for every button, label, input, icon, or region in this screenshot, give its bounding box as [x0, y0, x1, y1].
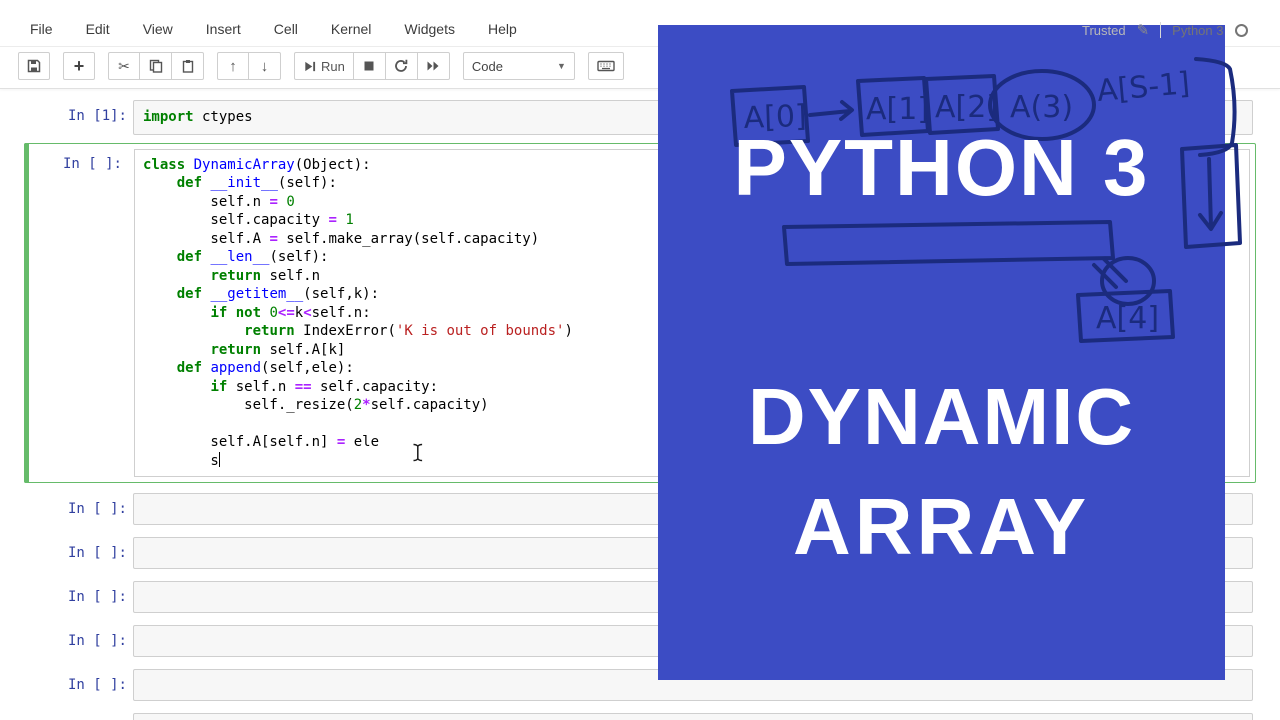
doodle-label-a4: A[4] [1096, 301, 1159, 336]
cell-prompt: In [ ]: [17, 713, 127, 720]
move-up-button[interactable]: ↑ [217, 52, 249, 80]
menu-kernel[interactable]: Kernel [331, 21, 371, 37]
add-cell-button[interactable]: + [63, 52, 95, 80]
copy-cells-button[interactable] [140, 52, 172, 80]
menu-cell[interactable]: Cell [274, 21, 298, 37]
move-button-group: ↑ ↓ [217, 52, 281, 80]
doodle-label-a2: A[2] [935, 90, 998, 125]
cell-type-value: Code [471, 58, 503, 74]
overlay-title-dynamic: DYNAMIC [747, 372, 1136, 461]
menu-bar: File Edit View Insert Cell Kernel Widget… [30, 21, 517, 37]
cell-prompt: In [ ]: [67, 501, 127, 517]
plus-icon: + [73, 56, 85, 76]
save-icon [27, 59, 41, 73]
cut-cells-button[interactable]: ✂ [108, 52, 140, 80]
cell-prompt: In [ ]: [67, 545, 127, 561]
cell-prompt: In [1]: [67, 108, 127, 124]
scissors-icon: ✂ [118, 58, 130, 74]
move-down-button[interactable]: ↓ [249, 52, 281, 80]
menu-help[interactable]: Help [488, 21, 517, 37]
restart-run-all-button[interactable] [417, 52, 450, 80]
doodle-label-a1: A[1] [866, 92, 929, 127]
menu-file[interactable]: File [30, 21, 53, 37]
menu-view[interactable]: View [143, 21, 173, 37]
save-button[interactable] [18, 52, 50, 80]
stop-icon [364, 61, 374, 71]
overlay-title-array: ARRAY [792, 482, 1091, 571]
chevron-down-icon: ▼ [556, 61, 566, 71]
cell-prompt: In [ ]: [67, 677, 127, 693]
paste-cells-button[interactable] [172, 52, 204, 80]
cell-prompt: In [ ]: [62, 155, 122, 172]
cell-prompt: In [ ]: [67, 589, 127, 605]
doodle-arrow-between [808, 100, 854, 121]
selected-cell-bar [24, 142, 29, 483]
paste-icon [182, 60, 193, 73]
overlay-panel: A[0] A[1] A[2] A(3) A[S-1] A[4] PYTHON 3… [658, 25, 1242, 680]
doodle-label-as1: A[S-1] [1096, 66, 1192, 109]
edit-button-group: ✂ [108, 52, 204, 80]
empty-code-cell-clipped[interactable]: In [ ]: [17, 713, 1253, 720]
restart-kernel-button[interactable] [385, 52, 418, 80]
run-button-label: Run [321, 58, 345, 74]
run-button-group: Run [294, 52, 450, 80]
kernel-indicator: Trusted ✎ Python 3 [1082, 21, 1248, 39]
menu-widgets[interactable]: Widgets [404, 21, 455, 37]
overlay-title-python3: PYTHON 3 [733, 123, 1150, 212]
kernel-name-label: Python 3 [1172, 22, 1224, 38]
doodle-label-a3: A(3) [1010, 90, 1073, 125]
fast-forward-icon [427, 61, 439, 71]
jupyter-notebook-window: File Edit View Insert Cell Kernel Widget… [0, 0, 1280, 720]
pencil-icon[interactable]: ✎ [1137, 21, 1150, 39]
menu-insert[interactable]: Insert [206, 21, 241, 37]
keyboard-icon [597, 60, 615, 72]
run-icon [305, 61, 316, 71]
text-caret [218, 451, 221, 467]
arrow-down-icon: ↓ [260, 57, 269, 75]
doodle-long-rect [782, 220, 1115, 266]
restart-icon [395, 59, 408, 72]
kernel-divider [1160, 22, 1162, 38]
stop-button[interactable] [353, 52, 386, 80]
text-cursor-pointer [412, 443, 424, 467]
trusted-badge[interactable]: Trusted [1082, 23, 1126, 38]
run-button[interactable]: Run [294, 52, 354, 80]
cell-prompt: In [ ]: [67, 633, 127, 649]
menu-edit[interactable]: Edit [86, 21, 110, 37]
command-palette-button[interactable] [587, 52, 624, 80]
toolbar: + ✂ ↑ ↓ Run Code ▼ [18, 52, 624, 80]
cell-input-area[interactable] [133, 713, 1253, 720]
cell-type-dropdown[interactable]: Code ▼ [462, 52, 575, 80]
kernel-status-icon [1234, 23, 1248, 37]
arrow-up-icon: ↑ [229, 57, 237, 75]
copy-icon [149, 59, 162, 73]
